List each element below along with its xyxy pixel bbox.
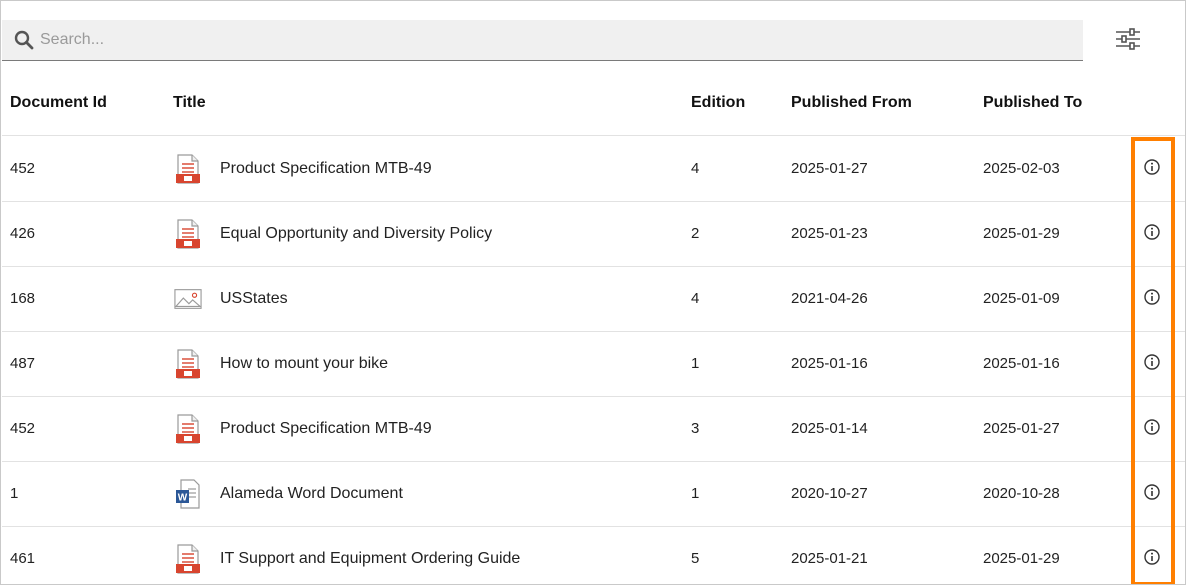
published-from-cell: 2021-04-26: [791, 290, 868, 307]
edition-cell: 5: [691, 550, 700, 567]
published-to-cell: 2025-01-29: [983, 225, 1060, 242]
column-header-edition[interactable]: Edition: [691, 94, 745, 112]
info-button[interactable]: [1143, 418, 1161, 440]
document-title[interactable]: Alameda Word Document: [220, 485, 403, 503]
pdf-document-icon: [174, 153, 202, 185]
edition-cell: 4: [691, 290, 700, 307]
title-cell[interactable]: IT Support and Equipment Ordering Guide: [174, 543, 520, 575]
document-id-cell: 426: [10, 225, 36, 242]
pdf-document-icon: [174, 218, 202, 250]
document-id-cell: 452: [10, 420, 36, 437]
edition-cell: 3: [691, 420, 700, 437]
info-icon: [1144, 223, 1160, 245]
document-id-cell: 452: [10, 160, 36, 177]
info-button[interactable]: [1143, 223, 1161, 245]
document-list-panel: Document Id Title Edition Published From…: [0, 0, 1186, 585]
table-row[interactable]: 452 Product Specification MTB-49 4 2025-01-…: [2, 137, 1185, 202]
published-from-cell: 2025-01-21: [791, 550, 868, 567]
published-to-cell: 2025-01-16: [983, 355, 1060, 372]
sliders-icon: [1115, 27, 1141, 56]
published-to-cell: 2025-01-29: [983, 550, 1060, 567]
document-title[interactable]: Product Specification MTB-49: [220, 420, 432, 438]
document-title[interactable]: Equal Opportunity and Diversity Policy: [220, 225, 492, 243]
column-header-title[interactable]: Title: [173, 94, 206, 112]
document-title[interactable]: IT Support and Equipment Ordering Guide: [220, 550, 520, 568]
document-title[interactable]: How to mount your bike: [220, 355, 388, 373]
edition-cell: 4: [691, 160, 700, 177]
table-row[interactable]: 452 Product Specification MTB-49 3 2025-01-…: [2, 397, 1185, 462]
column-header-published-from[interactable]: Published From: [791, 94, 912, 112]
published-to-cell: 2025-01-09: [983, 290, 1060, 307]
pdf-document-icon: [174, 348, 202, 380]
title-cell[interactable]: Equal Opportunity and Diversity Policy: [174, 218, 492, 250]
image-file-icon: [174, 283, 202, 315]
edition-cell: 1: [691, 355, 700, 372]
document-id-cell: 487: [10, 355, 36, 372]
svg-text:W: W: [178, 493, 188, 504]
edition-cell: 2: [691, 225, 700, 242]
document-id-cell: 168: [10, 290, 36, 307]
title-cell[interactable]: Product Specification MTB-49: [174, 413, 432, 445]
search-bar: [2, 20, 1083, 61]
table-row[interactable]: 168 USStates 4 2021-04-26 2025-01-09: [2, 267, 1185, 332]
table-header: Document Id Title Edition Published From…: [2, 71, 1185, 136]
published-from-cell: 2025-01-16: [791, 355, 868, 372]
info-icon: [1144, 548, 1160, 570]
filter-settings-button[interactable]: [1114, 27, 1142, 55]
search-icon: [13, 29, 35, 51]
table-row[interactable]: 461 IT Support and Equipment Ordering Gui…: [2, 527, 1185, 584]
document-id-cell: 461: [10, 550, 36, 567]
published-from-cell: 2025-01-23: [791, 225, 868, 242]
edition-cell: 1: [691, 485, 700, 502]
published-from-cell: 2020-10-27: [791, 485, 868, 502]
published-from-cell: 2025-01-27: [791, 160, 868, 177]
title-cell[interactable]: How to mount your bike: [174, 348, 388, 380]
published-from-cell: 2025-01-14: [791, 420, 868, 437]
word-document-icon: W: [174, 478, 202, 510]
document-title[interactable]: USStates: [220, 290, 288, 308]
info-icon: [1144, 483, 1160, 505]
info-icon: [1144, 353, 1160, 375]
document-id-cell: 1: [10, 485, 19, 502]
pdf-document-icon: [174, 543, 202, 575]
info-icon: [1144, 418, 1160, 440]
info-button[interactable]: [1143, 353, 1161, 375]
document-title[interactable]: Product Specification MTB-49: [220, 160, 432, 178]
title-cell[interactable]: Product Specification MTB-49: [174, 153, 432, 185]
pdf-document-icon: [174, 413, 202, 445]
info-button[interactable]: [1143, 548, 1161, 570]
published-to-cell: 2025-01-27: [983, 420, 1060, 437]
info-icon: [1144, 158, 1160, 180]
info-button[interactable]: [1143, 158, 1161, 180]
info-button[interactable]: [1143, 288, 1161, 310]
table-row[interactable]: 426 Equal Opportunity and Diversity Polic…: [2, 202, 1185, 267]
column-header-published-to[interactable]: Published To: [983, 94, 1082, 112]
title-cell[interactable]: W Alameda Word Document: [174, 478, 403, 510]
info-button[interactable]: [1143, 483, 1161, 505]
column-header-document-id[interactable]: Document Id: [10, 94, 107, 112]
table-row[interactable]: 487 How to mount your bike 1 2025-01-16 2025…: [2, 332, 1185, 397]
published-to-cell: 2020-10-28: [983, 485, 1060, 502]
info-icon: [1144, 288, 1160, 310]
table-row[interactable]: 1 W Alameda Word Document 1 2020-10-27 2020-1…: [2, 462, 1185, 527]
search-input[interactable]: [40, 25, 1020, 55]
title-cell[interactable]: USStates: [174, 283, 288, 315]
published-to-cell: 2025-02-03: [983, 160, 1060, 177]
